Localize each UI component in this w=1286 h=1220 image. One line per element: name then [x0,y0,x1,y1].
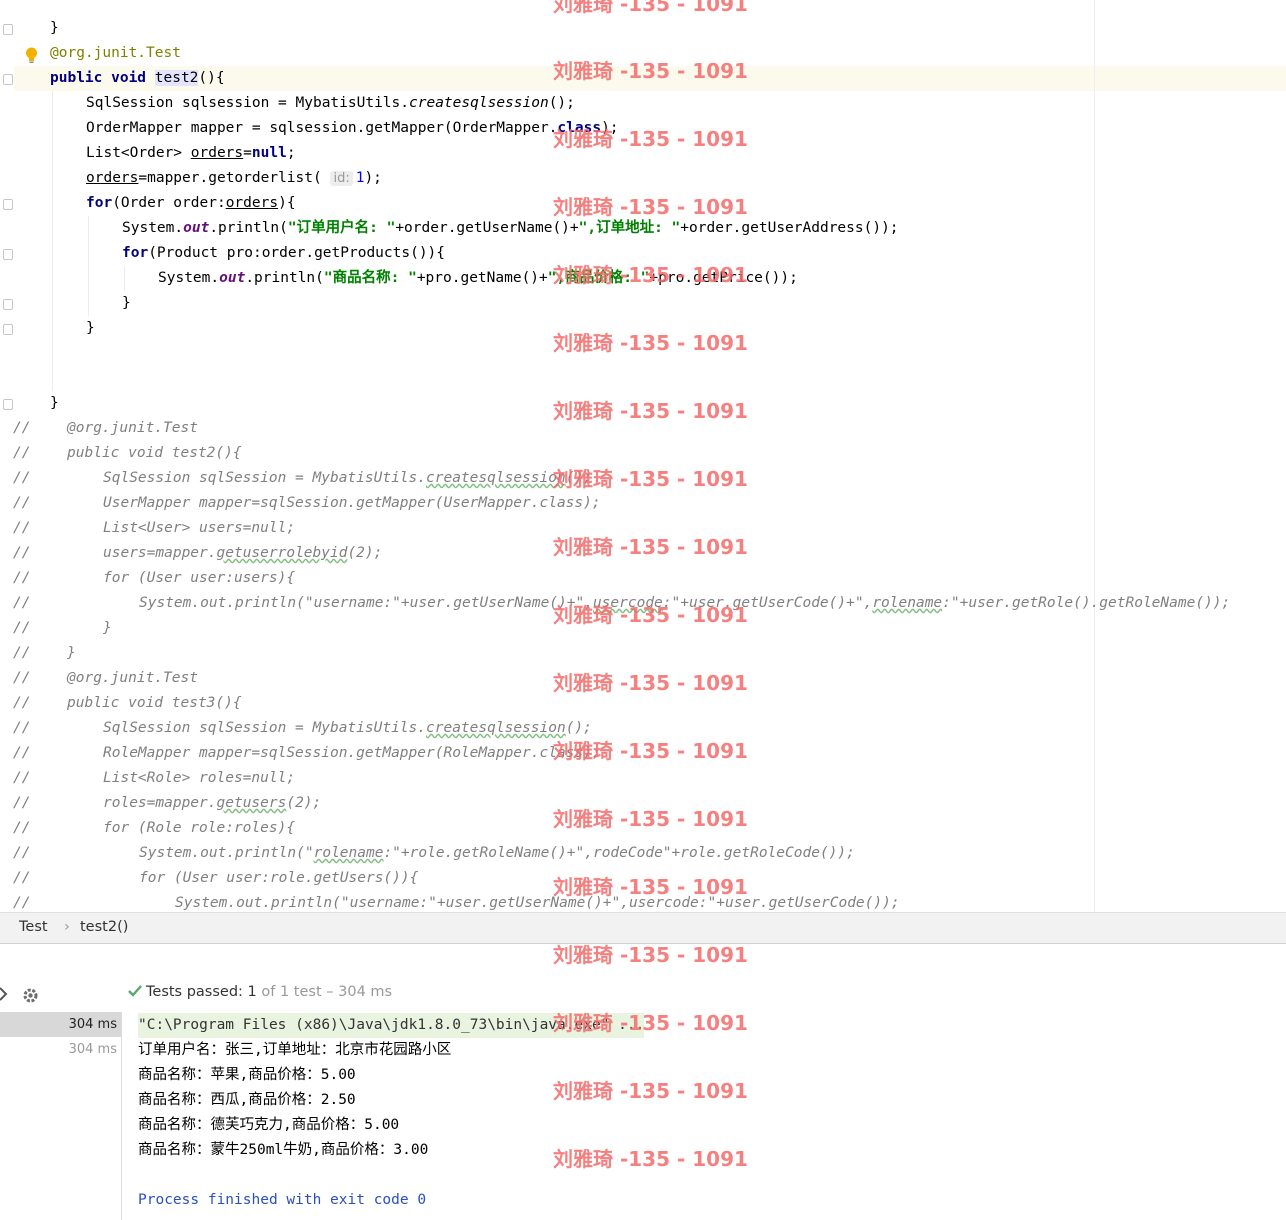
code-line[interactable]: List<Order> orders=null; [86,141,296,166]
comment-line[interactable]: roles=mapper.getusers(2); [103,791,321,816]
console-output-line: 商品名称：德芙巧克力,商品价格：5.00 [138,1117,400,1133]
code-line[interactable]: for(Product pro:order.getProducts()){ [122,241,445,266]
comment-prefix: // [13,470,31,486]
console-output-line: 订单用户名：张三,订单地址：北京市花园路小区 [138,1042,452,1058]
fold-marker-icon[interactable] [3,199,13,210]
comment-line[interactable]: } [67,641,76,666]
code-line[interactable]: OrderMapper mapper = sqlsession.getMappe… [86,116,619,141]
comment-prefix: // [13,795,31,811]
console-output-line: 商品名称：苹果,商品价格：5.00 [138,1067,356,1083]
comment-line[interactable]: @org.junit.Test [67,666,198,691]
comment-prefix: // [13,595,31,611]
code-editor[interactable]: } @org.junit.Test public void test2(){ S… [0,0,1286,912]
comment-prefix: // [13,770,31,786]
comment-prefix: // [13,445,31,461]
fold-marker-icon[interactable] [3,74,13,85]
comment-line[interactable]: for (User user:role.getUsers()){ [139,866,418,891]
comment-line[interactable]: List<User> users=null; [103,516,295,541]
fold-marker-icon[interactable] [3,249,13,260]
code-line[interactable]: SqlSession sqlsession = MybatisUtils.cre… [86,91,575,116]
comment-prefix: // [13,745,31,761]
breadcrumb-class[interactable]: Test [19,919,48,935]
comment-line[interactable]: public void test3(){ [67,691,242,716]
comment-line[interactable]: for (Role role:roles){ [103,816,295,841]
check-icon [128,985,142,997]
code-line[interactable]: System.out.println("订单用户名: "+order.getUs… [122,216,899,241]
comment-prefix: // [13,720,31,736]
comment-line[interactable]: public void test2(){ [67,441,242,466]
comment-prefix: // [13,820,31,836]
code-line[interactable]: public void test2(){ [50,66,225,91]
comment-line[interactable]: System.out.println("username:"+user.getU… [175,891,900,912]
fold-marker-icon[interactable] [3,324,13,335]
comment-line[interactable]: for (User user:users){ [103,566,295,591]
code-line[interactable]: System.out.println("商品名称: "+pro.getName(… [158,266,798,291]
code-line[interactable]: @org.junit.Test [50,41,181,66]
comment-prefix: // [13,495,31,511]
code-line[interactable]: for(Order order:orders){ [86,191,296,216]
comment-line[interactable]: System.out.println("rolename:"+role.getR… [139,841,855,866]
comment-prefix: // [13,620,31,636]
fold-marker-icon[interactable] [3,299,13,310]
settings-gear-icon[interactable] [21,986,40,1005]
breadcrumb-separator: › [64,919,70,935]
test-tree: 304 ms 304 ms [0,1012,122,1220]
indent-guide [124,266,125,291]
console-command-line[interactable]: "C:\Program Files (x86)\Java\jdk1.8.0_73… [138,1013,645,1038]
comment-line[interactable]: SqlSession sqlSession = MybatisUtils.cre… [103,716,592,741]
comment-prefix: // [13,670,31,686]
test-tree-row[interactable]: 304 ms [0,1012,121,1037]
code-line[interactable]: } [50,16,59,41]
comment-prefix: // [13,570,31,586]
fold-marker-icon[interactable] [3,399,13,410]
comment-line[interactable]: System.out.println("username:"+user.getU… [139,591,1230,616]
right-margin-guide [1094,0,1095,912]
comment-line[interactable]: RoleMapper mapper=sqlSession.getMapper(R… [103,741,601,766]
breadcrumb: Test › test2() [0,912,1286,944]
console-output-line: 商品名称：蒙牛250ml牛奶,商品价格：3.00 [138,1142,429,1158]
run-tool-window: Tests passed: 1 of 1 test – 304 ms 304 m… [0,943,1286,1220]
run-toolbar: Tests passed: 1 of 1 test – 304 ms [0,944,1286,1012]
indent-guide [88,216,89,316]
editor-gutter [0,0,14,912]
comment-prefix: // [13,420,31,436]
comment-line[interactable]: SqlSession sqlSession = MybatisUtils.cre… [103,466,592,491]
comment-line[interactable]: @org.junit.Test [67,416,198,441]
lightbulb-icon[interactable] [25,47,38,64]
comment-line[interactable]: List<Role> roles=null; [103,766,295,791]
code-line[interactable]: } [122,291,131,316]
code-line[interactable]: } [50,391,59,416]
console-process-finished: Process finished with exit code 0 [138,1192,427,1208]
comment-line[interactable]: users=mapper.getuserrolebyid(2); [103,541,382,566]
indent-guide [52,91,53,391]
comment-prefix: // [13,645,31,661]
console-output-line: 商品名称：西瓜,商品价格：2.50 [138,1092,356,1108]
comment-prefix: // [13,895,31,911]
test-tree-row[interactable]: 304 ms [0,1037,121,1062]
code-line[interactable]: orders=mapper.getorderlist( id: 1); [86,166,382,191]
comment-line[interactable]: } [103,616,112,641]
comment-line[interactable]: UserMapper mapper=sqlSession.getMapper(U… [103,491,601,516]
parameter-hint: id: [330,171,353,186]
test-status: Tests passed: 1 of 1 test – 304 ms [128,984,392,1000]
pin-icon[interactable] [0,986,8,1002]
comment-prefix: // [13,520,31,536]
comment-prefix: // [13,545,31,561]
comment-prefix: // [13,845,31,861]
breadcrumb-method[interactable]: test2() [80,919,128,935]
fold-marker-icon[interactable] [3,24,13,35]
comment-prefix: // [13,695,31,711]
code-line[interactable]: } [86,316,95,341]
comment-prefix: // [13,870,31,886]
